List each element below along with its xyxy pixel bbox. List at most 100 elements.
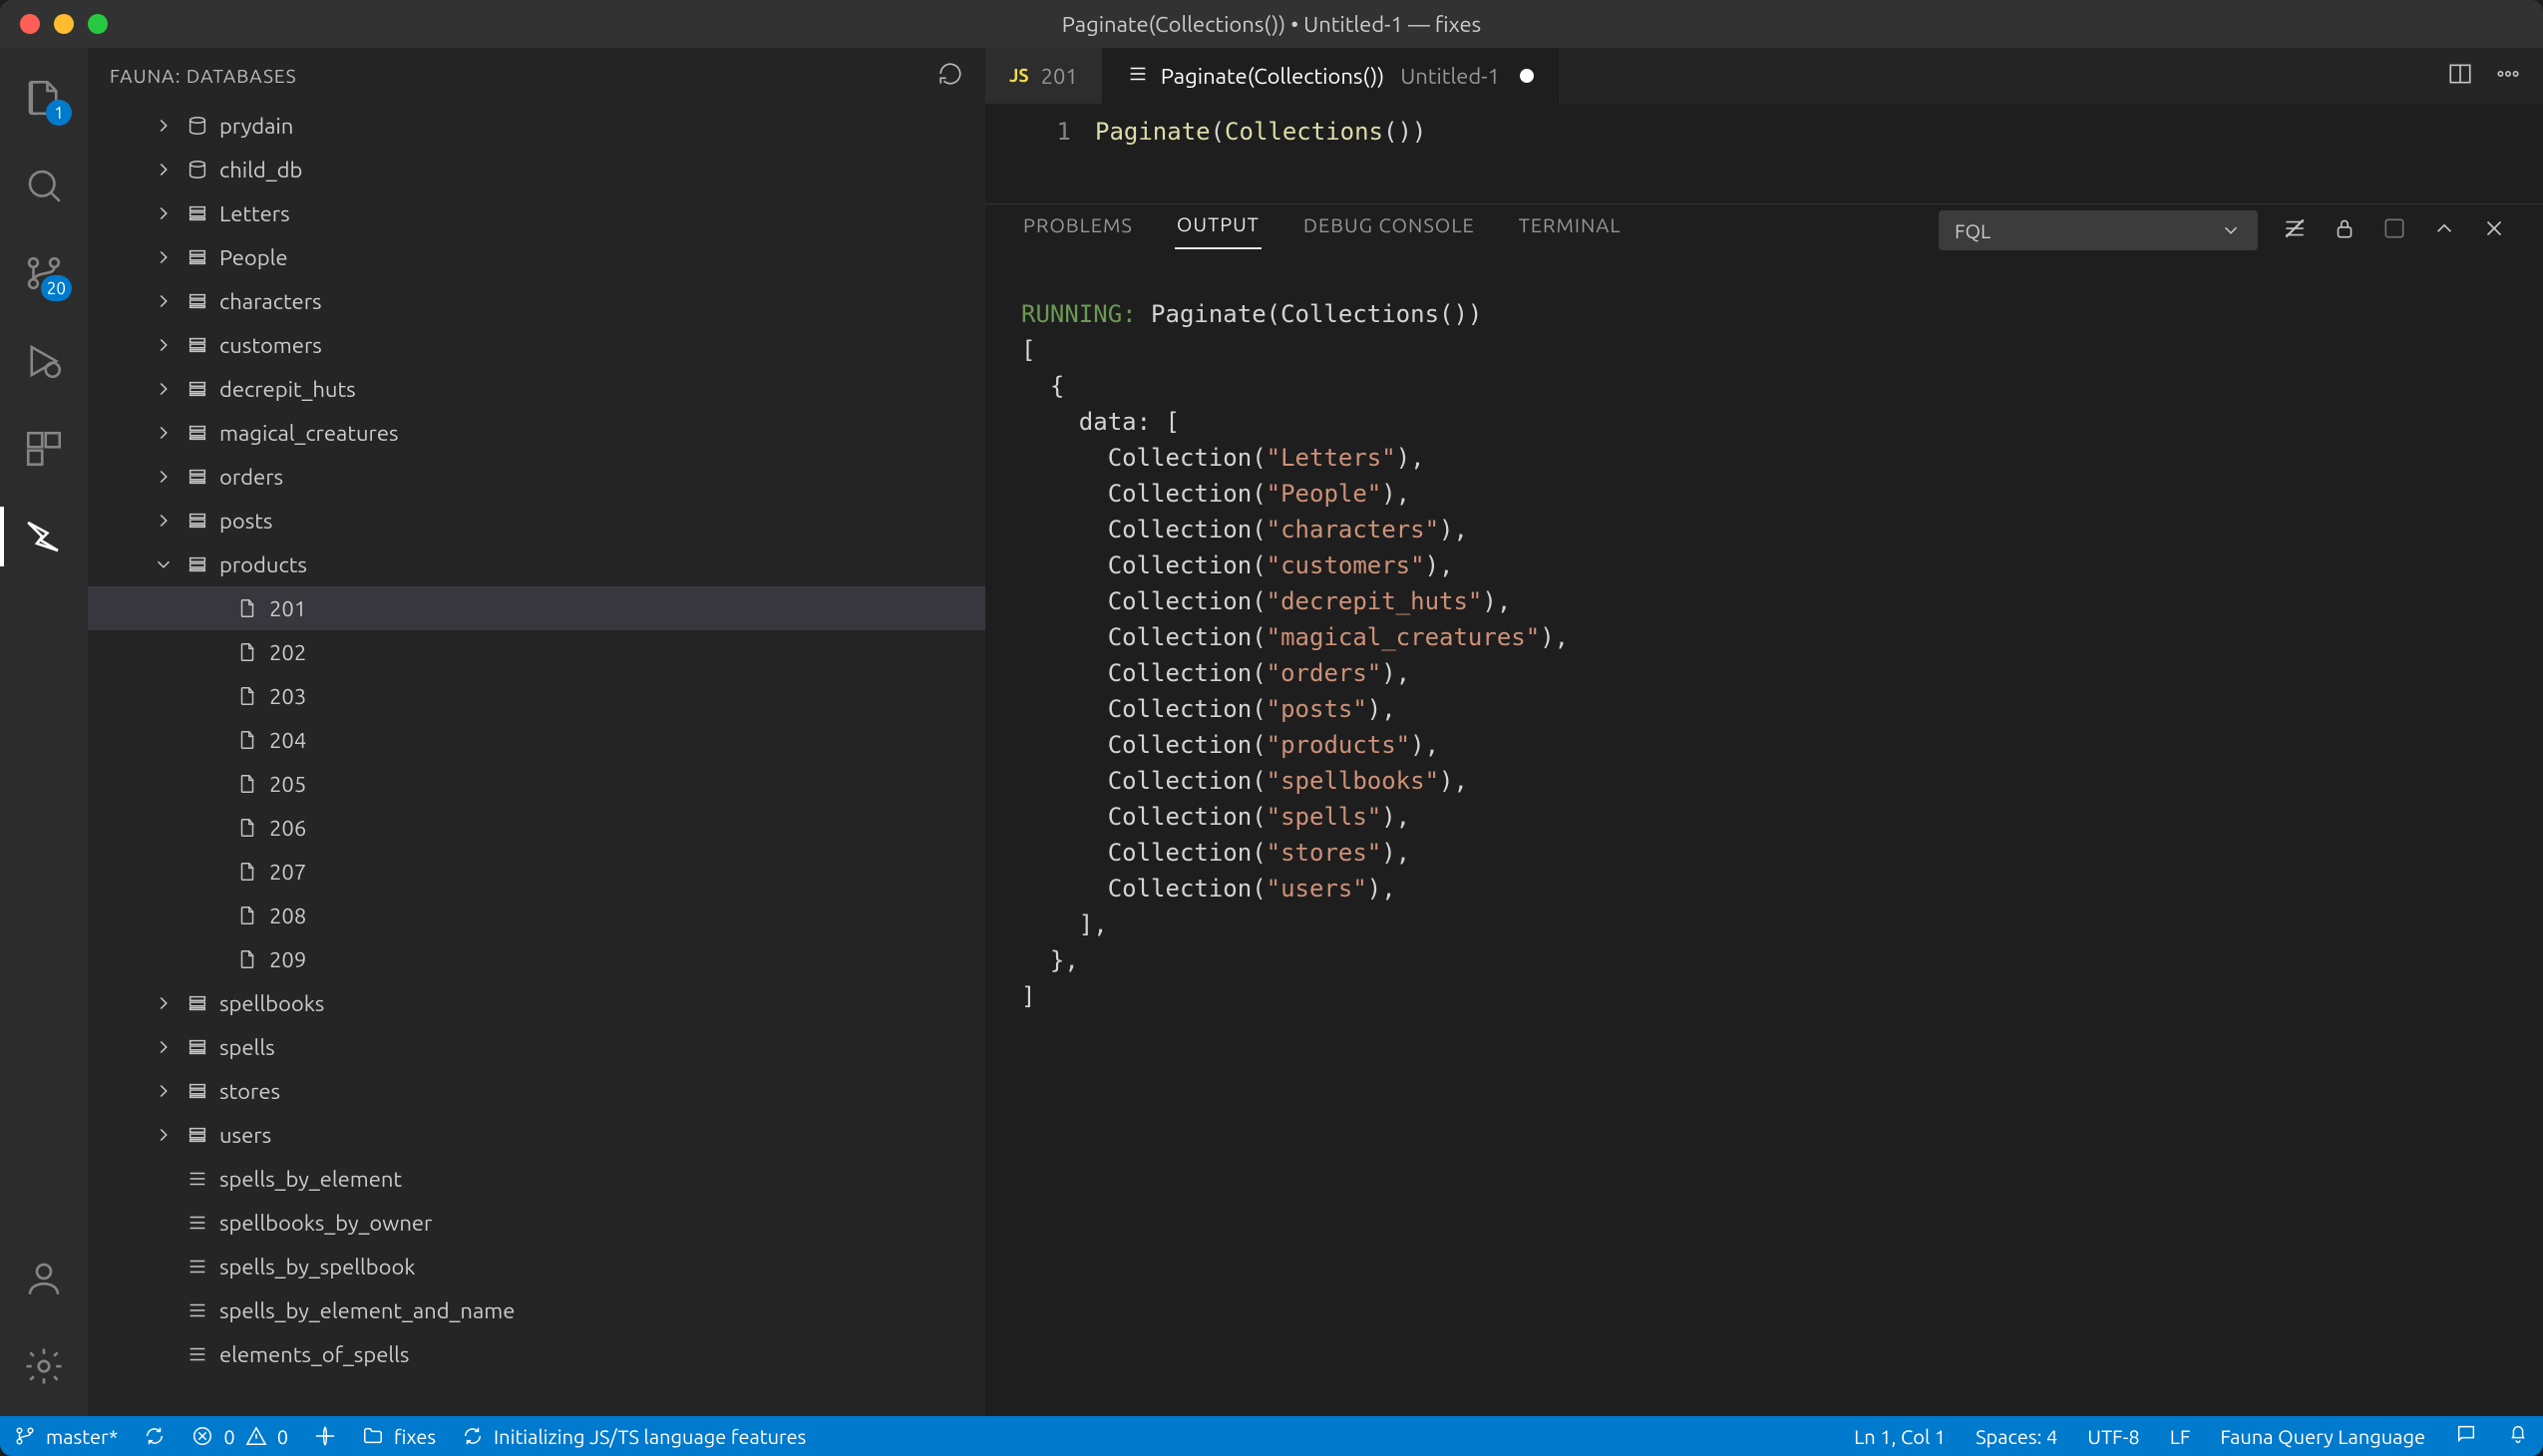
activity-settings[interactable] xyxy=(0,1326,88,1406)
activity-accounts[interactable] xyxy=(0,1239,88,1318)
chevron-right-icon[interactable] xyxy=(152,991,176,1015)
tree-item-205[interactable]: 205 xyxy=(88,762,985,806)
tree-item-spells_by_element_and_name[interactable]: spells_by_element_and_name xyxy=(88,1288,985,1332)
database-icon xyxy=(185,158,209,182)
chevron-right-icon[interactable] xyxy=(152,1079,176,1103)
tree-item-label: stores xyxy=(219,1079,280,1104)
document-icon xyxy=(235,816,259,840)
tree-item-203[interactable]: 203 xyxy=(88,674,985,718)
tree-item-magical_creatures[interactable]: magical_creatures xyxy=(88,411,985,455)
tree-item-label: 201 xyxy=(269,596,306,621)
output-channel-value: FQL xyxy=(1955,219,1991,242)
tree-item-child_db[interactable]: child_db xyxy=(88,148,985,191)
status-live-share[interactable] xyxy=(314,1425,336,1447)
collection-icon xyxy=(185,333,209,357)
tab-label: 201 xyxy=(1041,64,1078,89)
chevron-right-icon[interactable] xyxy=(152,509,176,533)
tree-item-orders[interactable]: orders xyxy=(88,455,985,499)
lock-scroll-icon[interactable] xyxy=(2332,215,2358,245)
status-notifications-icon[interactable] xyxy=(2507,1423,2529,1449)
chevron-right-icon[interactable] xyxy=(152,1035,176,1059)
chevron-right-icon[interactable] xyxy=(152,333,176,357)
code-editor[interactable]: 1 Paginate(Collections()) xyxy=(985,104,2543,203)
more-actions-icon[interactable] xyxy=(2495,61,2521,92)
refresh-icon[interactable] xyxy=(937,61,963,91)
panel-tab-terminal[interactable]: TERMINAL xyxy=(1517,213,1624,248)
chevron-right-icon[interactable] xyxy=(152,114,176,138)
split-editor-icon[interactable] xyxy=(2447,61,2473,92)
chevron-right-icon[interactable] xyxy=(152,465,176,489)
sidebar-tree[interactable]: prydainchild_dbLettersPeoplecharacters cu… xyxy=(88,104,985,1416)
chevron-right-icon[interactable] xyxy=(152,158,176,182)
maximize-window-button[interactable] xyxy=(88,14,108,34)
output-channel-select[interactable]: FQL xyxy=(1939,210,2258,250)
status-line-col[interactable]: Ln 1, Col 1 xyxy=(1854,1425,1946,1448)
tree-item-decrepit_huts[interactable]: decrepit_huts xyxy=(88,367,985,411)
tree-item-products[interactable]: products xyxy=(88,543,985,586)
tree-item-207[interactable]: 207 xyxy=(88,850,985,894)
tree-item-users[interactable]: users xyxy=(88,1113,985,1157)
panel-tab-output[interactable]: OUTPUT xyxy=(1175,212,1262,249)
activity-search[interactable] xyxy=(0,146,88,225)
panel-maximize-icon[interactable] xyxy=(2431,215,2457,245)
tree-item-People[interactable]: People xyxy=(88,235,985,279)
tree-item-spellbooks[interactable]: spellbooks xyxy=(88,981,985,1025)
chevron-right-icon[interactable] xyxy=(152,289,176,313)
chevron-right-icon[interactable] xyxy=(152,1123,176,1147)
status-encoding[interactable]: UTF-8 xyxy=(2087,1425,2139,1448)
chevron-down-icon[interactable] xyxy=(152,552,176,576)
open-log-icon[interactable] xyxy=(2381,215,2407,245)
panel-tab-problems[interactable]: PROBLEMS xyxy=(1021,213,1135,248)
tree-item-stores[interactable]: stores xyxy=(88,1069,985,1113)
status-folder[interactable]: fixes xyxy=(362,1425,436,1448)
tree-item-label: customers xyxy=(219,333,322,358)
output-body[interactable]: RUNNING: Paginate(Collections()) [ { dat… xyxy=(985,256,2543,1416)
database-icon xyxy=(185,114,209,138)
activity-explorer[interactable]: 1 xyxy=(0,58,88,138)
minimize-window-button[interactable] xyxy=(54,14,74,34)
status-eol[interactable]: LF xyxy=(2170,1425,2191,1448)
tree-item-209[interactable]: 209 xyxy=(88,937,985,981)
title-bar: Paginate(Collections()) • Untitled-1 — f… xyxy=(0,0,2543,48)
clear-output-icon[interactable] xyxy=(2282,215,2308,245)
status-problems[interactable]: 0 0 xyxy=(191,1425,288,1448)
status-language[interactable]: Fauna Query Language xyxy=(2220,1425,2425,1448)
chevron-right-icon[interactable] xyxy=(152,421,176,445)
status-task[interactable]: Initializing JS/TS language features xyxy=(462,1425,806,1448)
activity-extensions[interactable] xyxy=(0,409,88,489)
chevron-right-icon[interactable] xyxy=(152,377,176,401)
tree-item-elements_of_spells[interactable]: elements_of_spells xyxy=(88,1332,985,1376)
tab-201[interactable]: JS 201 xyxy=(985,48,1103,104)
close-window-button[interactable] xyxy=(20,14,40,34)
panel-close-icon[interactable] xyxy=(2481,215,2507,245)
activity-run-debug[interactable] xyxy=(0,321,88,401)
tab-paginate[interactable]: Paginate(Collections()) Untitled-1 xyxy=(1103,48,1559,104)
activity-fauna[interactable] xyxy=(0,497,88,576)
chevron-right-icon[interactable] xyxy=(152,245,176,269)
tree-item-208[interactable]: 208 xyxy=(88,894,985,937)
tree-item-label: posts xyxy=(219,509,272,534)
tree-item-posts[interactable]: posts xyxy=(88,499,985,543)
tree-item-201[interactable]: 201 xyxy=(88,586,985,630)
activity-source-control[interactable]: 20 xyxy=(0,233,88,313)
tree-item-label: elements_of_spells xyxy=(219,1342,409,1367)
tree-item-spellbooks_by_owner[interactable]: spellbooks_by_owner xyxy=(88,1201,985,1245)
tree-item-prydain[interactable]: prydain xyxy=(88,104,985,148)
window-title: Paginate(Collections()) • Untitled-1 — f… xyxy=(1062,12,1481,37)
chevron-right-icon[interactable] xyxy=(152,201,176,225)
tree-item-spells_by_spellbook[interactable]: spells_by_spellbook xyxy=(88,1245,985,1288)
tree-item-Letters[interactable]: Letters xyxy=(88,191,985,235)
tree-item-characters[interactable]: characters xyxy=(88,279,985,323)
tree-item-204[interactable]: 204 xyxy=(88,718,985,762)
status-branch[interactable]: master* xyxy=(14,1425,118,1448)
tree-item-label: 205 xyxy=(269,772,306,797)
tree-item-206[interactable]: 206 xyxy=(88,806,985,850)
panel-tab-debug-console[interactable]: DEBUG CONSOLE xyxy=(1301,213,1477,248)
status-indent[interactable]: Spaces: 4 xyxy=(1976,1425,2057,1448)
tree-item-spells[interactable]: spells xyxy=(88,1025,985,1069)
status-feedback-icon[interactable] xyxy=(2455,1423,2477,1449)
status-sync[interactable] xyxy=(144,1425,166,1447)
tree-item-customers[interactable]: customers xyxy=(88,323,985,367)
tree-item-spells_by_element[interactable]: spells_by_element xyxy=(88,1157,985,1201)
tree-item-202[interactable]: 202 xyxy=(88,630,985,674)
